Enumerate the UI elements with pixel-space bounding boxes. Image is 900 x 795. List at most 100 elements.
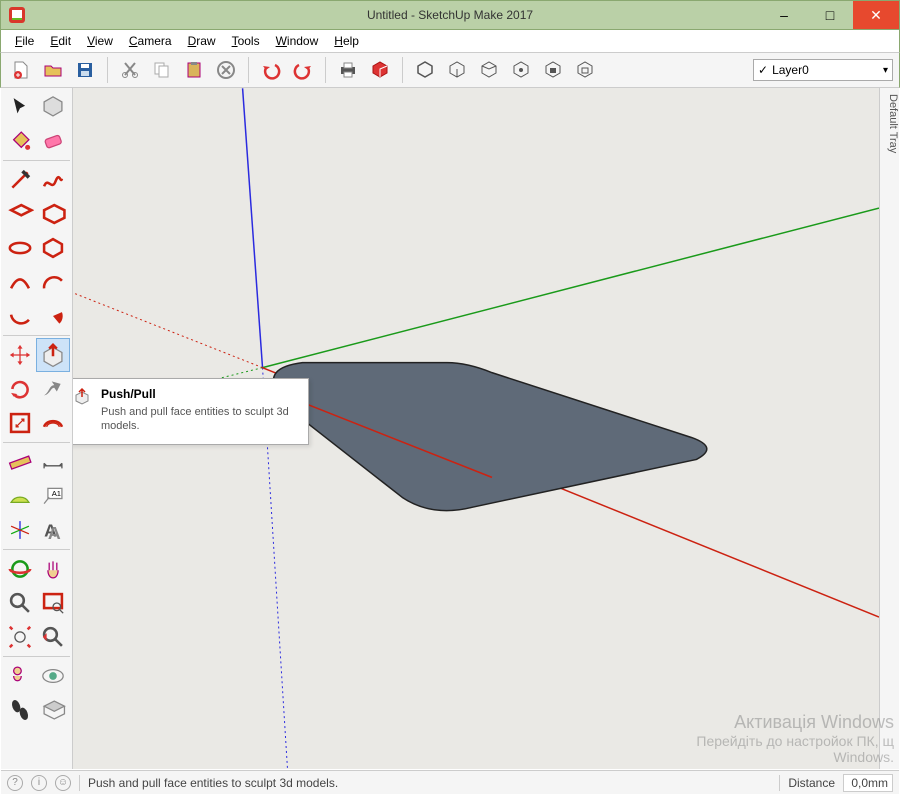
minimize-button[interactable]: – <box>761 1 807 29</box>
component-unlock-button[interactable] <box>571 56 599 84</box>
three-point-arc-tool-button[interactable] <box>3 299 37 333</box>
toolbar-separator <box>107 57 108 83</box>
info-icon[interactable]: i <box>31 775 47 791</box>
rotate-tool-button[interactable] <box>3 372 37 406</box>
cut-button[interactable] <box>116 56 144 84</box>
copy-button[interactable] <box>148 56 176 84</box>
save-button[interactable] <box>71 56 99 84</box>
distance-value-input[interactable]: 0,0mm <box>843 774 893 792</box>
rotated-rect-tool-button[interactable] <box>37 197 71 231</box>
statusbar-sep <box>79 775 80 791</box>
component-button[interactable] <box>411 56 439 84</box>
close-button[interactable]: ✕ <box>853 1 899 29</box>
3d-text-tool-button[interactable]: AA <box>37 513 71 547</box>
maximize-button[interactable]: □ <box>807 1 853 29</box>
rectangle-tool-button[interactable] <box>3 197 37 231</box>
component-edit-button[interactable] <box>507 56 535 84</box>
layer-selected: Layer0 <box>772 63 809 77</box>
svg-text:A: A <box>48 523 61 543</box>
status-bar: ? i ☺ Push and pull face entities to scu… <box>1 770 899 794</box>
menu-help[interactable]: Help <box>326 32 367 50</box>
arc-tool-button[interactable] <box>3 265 37 299</box>
print-button[interactable] <box>334 56 362 84</box>
menu-bar: FileEditViewCameraDrawToolsWindowHelp <box>0 30 900 52</box>
section-plane-tool-button[interactable] <box>37 693 71 727</box>
walk-tool-button[interactable] <box>3 693 37 727</box>
axis-green <box>263 208 879 368</box>
toolset-separator <box>3 656 70 657</box>
look-around-tool-button[interactable] <box>37 659 71 693</box>
menu-view[interactable]: View <box>79 32 121 50</box>
toolset-separator <box>3 160 70 161</box>
model-viewport[interactable]: Push/Pull Push and pull face entities to… <box>73 88 879 769</box>
text-label-tool-button[interactable]: A1 <box>37 479 71 513</box>
statusbar-sep <box>779 775 780 791</box>
undo-button[interactable] <box>257 56 285 84</box>
push-pull-tool-button[interactable] <box>36 338 70 372</box>
menu-camera[interactable]: Camera <box>121 32 180 50</box>
menu-edit[interactable]: Edit <box>42 32 79 50</box>
zoom-extents-tool-button[interactable] <box>3 620 37 654</box>
user-icon[interactable]: ☺ <box>55 775 71 791</box>
paste-button[interactable] <box>180 56 208 84</box>
select-tool-tool-button[interactable] <box>3 90 37 124</box>
polygon-tool-button[interactable] <box>37 231 71 265</box>
tape-measure-tool-button[interactable] <box>3 445 37 479</box>
status-hint: Push and pull face entities to sculpt 3d… <box>88 776 338 790</box>
pie-tool-button[interactable] <box>37 299 71 333</box>
toolbar-separator <box>248 57 249 83</box>
check-icon: ✓ <box>758 63 768 77</box>
standard-toolbar: ✓ Layer0 ▾ <box>0 52 900 88</box>
tooltip-body: Push and pull face entities to sculpt 3d… <box>101 405 298 434</box>
tooltip-title: Push/Pull <box>101 387 298 401</box>
toolbar-separator <box>325 57 326 83</box>
component-unhide-button[interactable] <box>475 56 503 84</box>
axis-blue <box>243 88 263 367</box>
new-file-button[interactable] <box>7 56 35 84</box>
protractor-tool-button[interactable] <box>3 479 37 513</box>
component-hide-button[interactable] <box>443 56 471 84</box>
push-pull-icon <box>73 387 91 405</box>
model-info-button[interactable] <box>366 56 394 84</box>
circle-tool-button[interactable] <box>3 231 37 265</box>
delete-button[interactable] <box>212 56 240 84</box>
menu-draw[interactable]: Draw <box>180 32 224 50</box>
menu-window[interactable]: Window <box>268 32 327 50</box>
eraser-tool-button[interactable] <box>37 124 71 158</box>
large-toolset: A1 AA <box>1 88 73 769</box>
model-face[interactable] <box>273 363 706 511</box>
open-file-button[interactable] <box>39 56 67 84</box>
scale-tool-button[interactable] <box>3 406 37 440</box>
zoom-window-tool-button[interactable] <box>37 586 71 620</box>
freehand-tool-button[interactable] <box>37 163 71 197</box>
redo-button[interactable] <box>289 56 317 84</box>
layer-selector[interactable]: ✓ Layer0 ▾ <box>753 59 893 81</box>
offset-tool-button[interactable] <box>37 406 71 440</box>
axes-tool-button[interactable] <box>3 513 37 547</box>
help-icon[interactable]: ? <box>7 775 23 791</box>
previous-view-tool-button[interactable] <box>37 620 71 654</box>
toolset-separator <box>3 442 70 443</box>
menu-tools[interactable]: Tools <box>224 32 268 50</box>
window-title: Untitled - SketchUp Make 2017 <box>367 8 533 22</box>
move-tool-tool-button[interactable] <box>3 338 36 372</box>
default-tray-tab[interactable]: Default Tray <box>879 88 899 769</box>
axis-red-neg <box>73 293 263 368</box>
svg-text:A1: A1 <box>52 489 61 498</box>
dimension-tool-button[interactable] <box>37 445 71 479</box>
two-point-arc-tool-button[interactable] <box>37 265 71 299</box>
paint-bucket-tool-button[interactable] <box>3 124 37 158</box>
window-buttons: – □ ✕ <box>761 1 899 29</box>
make-component-tool-button[interactable] <box>37 90 71 124</box>
chevron-down-icon: ▾ <box>883 65 888 76</box>
zoom-tool-button[interactable] <box>3 586 37 620</box>
follow-me-tool-button[interactable] <box>37 372 71 406</box>
orbit-tool-button[interactable] <box>3 552 37 586</box>
menu-file[interactable]: File <box>7 32 42 50</box>
line-tool-tool-button[interactable] <box>3 163 37 197</box>
toolset-separator <box>3 335 70 336</box>
component-lock-button[interactable] <box>539 56 567 84</box>
toolbar-separator <box>402 57 403 83</box>
position-camera-tool-button[interactable] <box>3 659 37 693</box>
pan-tool-button[interactable] <box>37 552 71 586</box>
